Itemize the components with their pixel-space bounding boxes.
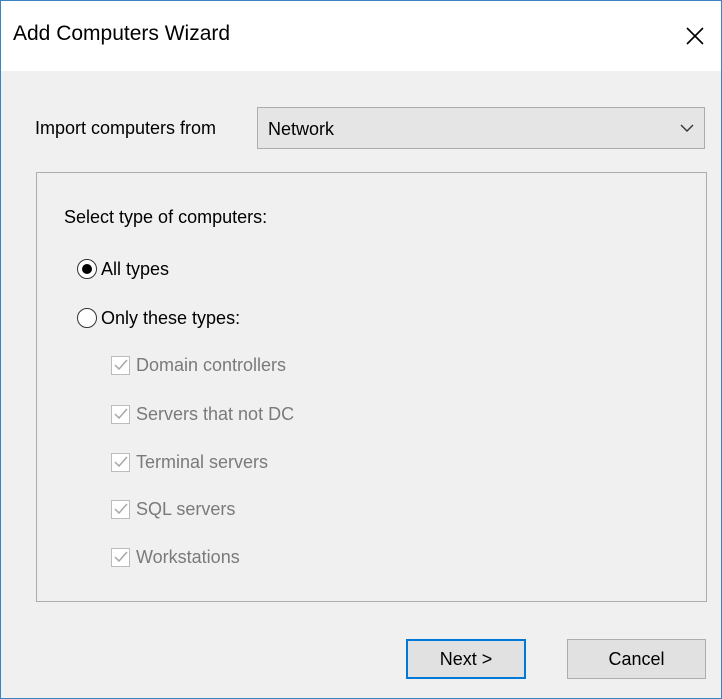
wizard-window: Add Computers Wizard Import computers fr… (0, 0, 722, 699)
radio-label: All types (101, 258, 170, 279)
close-icon (686, 27, 704, 45)
cancel-button[interactable]: Cancel (567, 639, 706, 679)
checkbox-workstations[interactable]: Workstations (111, 546, 240, 568)
window-title: Add Computers Wizard (13, 22, 231, 45)
checkbox[interactable] (111, 547, 130, 567)
checkbox-label: SQL servers (136, 498, 236, 519)
checkbox[interactable] (111, 452, 130, 472)
checkbox-terminal-servers[interactable]: Terminal servers (111, 451, 268, 473)
checkbox-label: Workstations (136, 546, 240, 567)
radio-only-these-types[interactable]: Only these types: (77, 306, 240, 330)
import-source-dropdown[interactable]: Network (257, 107, 705, 149)
checkbox-label: Domain controllers (136, 354, 287, 375)
checkbox[interactable] (111, 404, 130, 424)
checkbox-servers-not-dc[interactable]: Servers that not DC (111, 403, 294, 425)
next-button[interactable]: Next > (406, 639, 526, 679)
checkbox-label: Servers that not DC (136, 403, 295, 424)
checkmark-icon (113, 359, 128, 371)
radio-all-types[interactable]: All types (77, 257, 169, 281)
chevron-down-icon (680, 124, 694, 132)
checkmark-icon (113, 456, 128, 468)
computer-type-group (36, 172, 707, 602)
radio-button[interactable] (77, 308, 97, 328)
checkbox-label: Terminal servers (136, 451, 269, 472)
checkbox[interactable] (111, 499, 130, 519)
computer-type-label: Select type of computers: (64, 207, 268, 227)
close-button[interactable] (669, 1, 721, 71)
import-source-value: Network (268, 119, 335, 139)
checkmark-icon (113, 503, 128, 515)
checkbox-domain-controllers[interactable]: Domain controllers (111, 354, 286, 376)
import-from-label: Import computers from (35, 118, 217, 138)
radio-button[interactable] (77, 259, 97, 279)
checkbox-sql-servers[interactable]: SQL servers (111, 498, 235, 520)
title-bar: Add Computers Wizard (1, 1, 721, 71)
checkmark-icon (113, 408, 128, 420)
checkmark-icon (113, 551, 128, 563)
checkbox[interactable] (111, 355, 130, 375)
radio-label: Only these types: (101, 307, 241, 328)
